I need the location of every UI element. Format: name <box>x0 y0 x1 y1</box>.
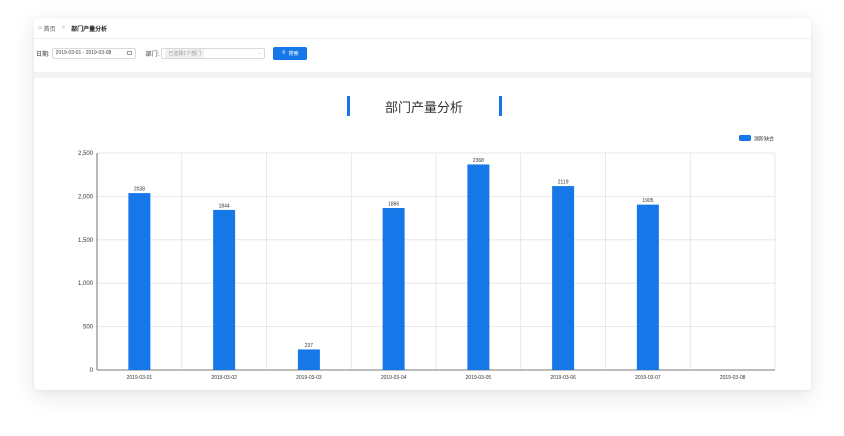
y-tick-label: 1,000 <box>78 281 94 287</box>
title-accent-left <box>347 96 350 116</box>
bar-value-label: 1844 <box>219 203 230 209</box>
bar <box>213 209 236 370</box>
chart-title: 部门产量分析 <box>385 101 463 116</box>
y-tick-label: 500 <box>83 325 94 331</box>
legend-swatch <box>739 135 751 141</box>
x-tick-label: 2019-03-05 <box>466 375 492 381</box>
bar <box>552 186 575 370</box>
bar <box>636 204 659 370</box>
bar-value-label: 237 <box>305 343 314 349</box>
y-tick-label: 2,500 <box>78 151 94 157</box>
y-tick-label: 2,000 <box>78 194 94 200</box>
x-tick-label: 2019-03-02 <box>211 375 237 381</box>
bar-value-label: 2119 <box>558 180 569 186</box>
bar-value-label: 2038 <box>134 187 145 193</box>
x-tick-label: 2019-03-03 <box>296 375 322 381</box>
x-tick-label: 2019-03-01 <box>127 375 153 381</box>
y-tick-label: 0 <box>90 368 94 374</box>
bar-chart: 部门产量分析测阶缺合 0 500 1,000 1,500 2,000 2,500 2019-0… <box>78 96 776 381</box>
bar <box>382 208 405 370</box>
x-tick-label: 2019-03-04 <box>381 375 407 381</box>
x-tick-label: 2019-03-06 <box>550 375 576 381</box>
x-tick-label: 2019-03-08 <box>720 375 746 381</box>
bar <box>467 164 490 370</box>
bar-value-label: 2368 <box>473 158 484 164</box>
bar-value-label: 1905 <box>642 198 653 204</box>
bar-value-label: 1866 <box>388 202 399 208</box>
content-card: ⌂ 首页 > 部门产量分析 日期: 2019-03-01 - 2019-03-0… <box>34 18 811 390</box>
x-tick-label: 2019-03-07 <box>635 375 661 381</box>
bar <box>297 349 320 370</box>
legend-label: 测阶缺合 <box>754 136 774 143</box>
y-tick-label: 1,500 <box>78 238 94 244</box>
bar <box>128 193 151 370</box>
title-accent-right <box>499 96 502 116</box>
